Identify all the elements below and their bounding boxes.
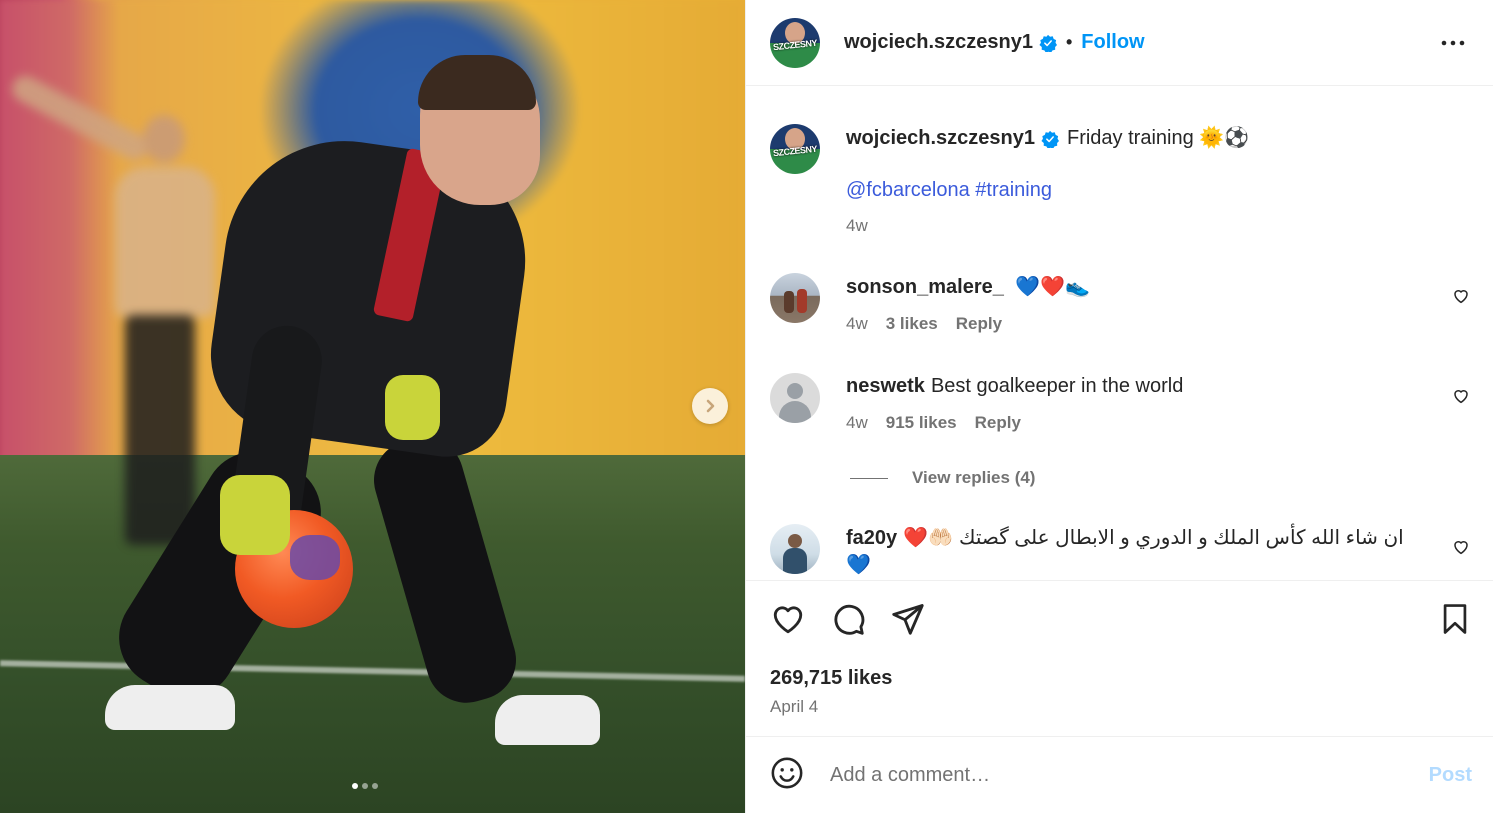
author-username[interactable]: wojciech.szczesny1	[844, 31, 1033, 54]
comment-text: 💙❤️👟	[1015, 274, 1091, 298]
chevron-right-icon	[706, 399, 715, 413]
carousel-dot	[352, 783, 358, 789]
comment-bubble-icon[interactable]	[830, 601, 866, 642]
avatar-logo-text: SZCZESNY	[772, 37, 818, 52]
view-replies-button[interactable]: View replies (4)	[850, 468, 1035, 488]
comment-input[interactable]	[830, 763, 1390, 787]
comments-list[interactable]: SZCZESNY wojciech.szczesny1 Friday traini…	[746, 87, 1493, 580]
view-replies-label: View replies (4)	[912, 468, 1036, 487]
comment-text: Best goalkeeper in the world	[930, 375, 1184, 397]
verified-badge-icon	[1041, 130, 1059, 148]
like-comment-heart-icon[interactable]	[1452, 538, 1470, 561]
commenter-avatar[interactable]	[770, 273, 820, 323]
share-paper-plane-icon[interactable]	[890, 601, 926, 642]
post-media[interactable]	[0, 0, 745, 813]
caption-text: Friday training	[1066, 127, 1194, 149]
more-options-icon[interactable]	[1440, 30, 1466, 61]
author-avatar[interactable]: SZCZESNY	[770, 17, 820, 68]
caption-emoji: 🌞⚽	[1199, 125, 1250, 149]
follow-button[interactable]: Follow	[1081, 31, 1144, 54]
comment-time[interactable]: 4w	[846, 314, 868, 334]
reply-button[interactable]: Reply	[975, 413, 1021, 433]
goalkeeper-figure	[100, 55, 620, 755]
comment-composer: Post	[746, 736, 1493, 813]
comment-likes[interactable]: 915 likes	[886, 413, 957, 433]
carousel-indicator	[352, 783, 378, 789]
carousel-dot	[362, 783, 368, 789]
comment-username[interactable]: sonson_malere_	[846, 276, 1004, 298]
hashtag-link[interactable]: #training	[975, 179, 1052, 201]
caption-time[interactable]: 4w	[846, 216, 868, 236]
comment-text: ان شاء الله كأس الملك و الدوري و الابطال…	[958, 527, 1404, 549]
like-comment-heart-icon[interactable]	[1452, 387, 1470, 410]
comment-username[interactable]: fa20y	[846, 525, 897, 551]
post-side-panel: SZCZESNY wojciech.szczesny1 • Follow SZC…	[745, 0, 1493, 813]
caption-author-avatar[interactable]: SZCZESNY	[770, 124, 820, 174]
caption-username[interactable]: wojciech.szczesny1	[846, 127, 1035, 149]
comment-emoji-trail: 💙	[846, 552, 871, 576]
comment-likes[interactable]: 3 likes	[886, 314, 938, 334]
commenter-avatar[interactable]	[770, 373, 820, 423]
like-heart-icon[interactable]	[770, 601, 806, 642]
mention-link[interactable]: @fcbarcelona	[846, 179, 970, 201]
replies-divider	[850, 477, 888, 479]
comment-time[interactable]: 4w	[846, 413, 868, 433]
carousel-dot	[372, 783, 378, 789]
save-bookmark-icon[interactable]	[1438, 601, 1472, 642]
post-date[interactable]: April 4	[770, 697, 818, 717]
emoji-picker-icon[interactable]	[770, 756, 804, 795]
like-comment-heart-icon[interactable]	[1452, 287, 1470, 310]
dot-separator: •	[1065, 32, 1073, 52]
post-header: SZCZESNY wojciech.szczesny1 • Follow	[746, 0, 1493, 86]
reply-button[interactable]: Reply	[956, 314, 1002, 334]
comment-emoji: ❤️🤲🏻	[903, 525, 953, 549]
verified-badge-icon	[1039, 34, 1057, 52]
comment-username[interactable]: neswetk	[846, 375, 925, 397]
avatar-logo-text: SZCZESNY	[772, 143, 818, 159]
commenter-avatar[interactable]	[770, 524, 820, 574]
post-comment-button[interactable]: Post	[1429, 764, 1472, 787]
like-count[interactable]: 269,715 likes	[770, 667, 892, 690]
post-actions: 269,715 likes April 4	[746, 580, 1493, 737]
next-slide-button[interactable]	[692, 388, 728, 424]
